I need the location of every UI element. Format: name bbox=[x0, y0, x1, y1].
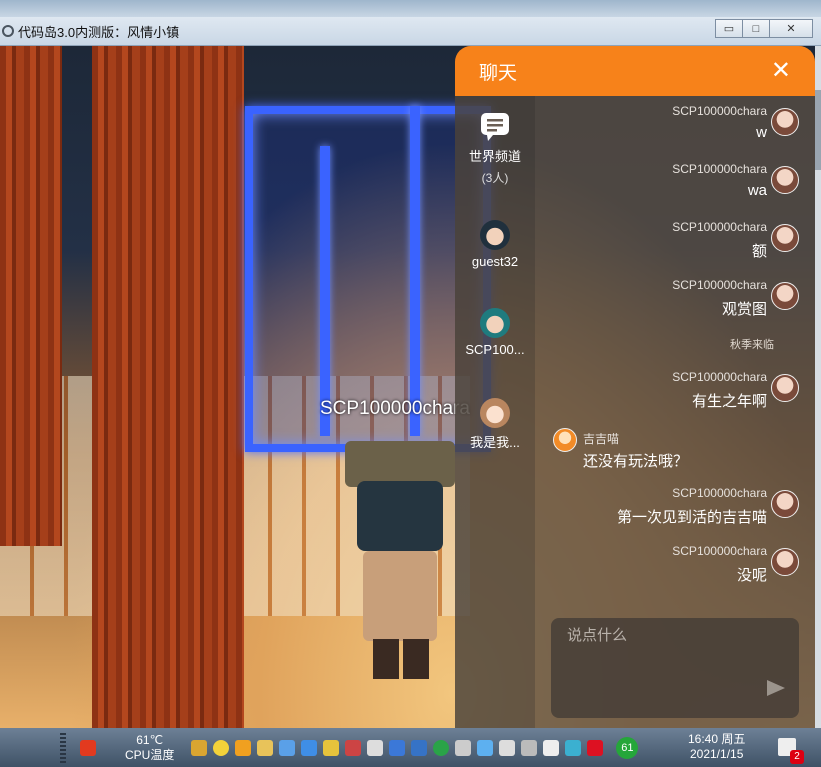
window-title: 代码岛3.0内测版：风情小镇 bbox=[18, 24, 180, 40]
message-text: 没呢 bbox=[736, 567, 767, 584]
thermometer-icon[interactable] bbox=[367, 739, 384, 756]
send-icon[interactable] bbox=[767, 680, 785, 696]
sogou-icon[interactable] bbox=[80, 739, 96, 756]
player-leg bbox=[373, 639, 399, 679]
tray-icon[interactable] bbox=[323, 739, 340, 756]
player-character[interactable] bbox=[345, 441, 455, 691]
chat-input[interactable] bbox=[565, 626, 759, 645]
clock-time: 16:40 周五 bbox=[688, 732, 746, 746]
channel-label: 我是我... bbox=[470, 435, 520, 450]
wood-pillar-left bbox=[0, 46, 62, 546]
channel-scp[interactable]: SCP100... bbox=[455, 308, 535, 357]
avatar bbox=[480, 220, 510, 250]
wood-pillar-center bbox=[92, 46, 244, 728]
message-text: 第一次见到活的吉吉喵 bbox=[616, 509, 767, 526]
network-icon[interactable] bbox=[499, 739, 516, 756]
tray-icon[interactable] bbox=[345, 739, 362, 756]
chat-input-box bbox=[551, 618, 799, 718]
cpu-temperature: 61℃ CPU温度 bbox=[125, 733, 174, 763]
desktop-strip bbox=[0, 0, 821, 17]
close-button[interactable]: ✕ bbox=[769, 19, 813, 38]
message-text: wa bbox=[747, 182, 767, 199]
message-sender: SCP100000chara bbox=[672, 104, 767, 118]
tray-icon[interactable] bbox=[587, 739, 604, 756]
tray-icon[interactable] bbox=[191, 739, 208, 756]
folder-icon[interactable] bbox=[257, 739, 274, 756]
cpu-temp-value: 61℃ bbox=[136, 732, 164, 747]
tray-icon[interactable] bbox=[477, 739, 494, 756]
player-hair bbox=[357, 481, 443, 551]
avatar bbox=[480, 308, 510, 338]
message-text: 观赏图 bbox=[721, 301, 767, 318]
tray-icon[interactable] bbox=[565, 739, 582, 756]
avatar bbox=[771, 490, 799, 518]
avatar bbox=[771, 224, 799, 252]
clock-date: 2021/1/15 bbox=[689, 747, 744, 761]
tray-icon[interactable] bbox=[433, 739, 450, 756]
channel-label: 世界频道 bbox=[468, 149, 521, 164]
tray-icon[interactable] bbox=[235, 739, 252, 756]
scrollbar-thumb[interactable] bbox=[815, 90, 821, 170]
message-sender: SCP100000chara bbox=[672, 162, 767, 176]
taskbar-grip[interactable] bbox=[60, 732, 66, 763]
minimize-button[interactable]: ▭ bbox=[715, 19, 743, 38]
channel-label: SCP100... bbox=[465, 342, 525, 357]
message-sender: SCP100000chara bbox=[672, 220, 767, 234]
tray-icon[interactable] bbox=[521, 739, 538, 756]
notification-count: 2 bbox=[790, 750, 804, 764]
avatar bbox=[771, 166, 799, 194]
player-body bbox=[363, 551, 437, 641]
channel-label: guest32 bbox=[471, 254, 519, 269]
system-notice: 秋季来临 bbox=[730, 339, 774, 351]
avatar bbox=[480, 398, 510, 428]
channel-guest32[interactable]: guest32 bbox=[455, 220, 535, 269]
status-badge[interactable]: 61 bbox=[616, 736, 639, 759]
message-text: 有生之年啊 bbox=[691, 393, 767, 410]
window-titlebar[interactable]: 代码岛3.0内测版：风情小镇 ▭ □ ✕ bbox=[0, 17, 821, 46]
window-controls: ▭ □ ✕ bbox=[715, 19, 813, 38]
chat-panel: 聊天 ✕ 世界频道 (3人) guest32 SCP100... 我是我... … bbox=[455, 46, 815, 728]
cage-beam bbox=[320, 146, 330, 436]
player-name-tag: SCP100000chara bbox=[320, 398, 470, 419]
maximize-icon: □ bbox=[752, 22, 760, 35]
channel-list: 世界频道 (3人) guest32 SCP100... 我是我... bbox=[455, 96, 535, 728]
message-sender: SCP100000chara bbox=[672, 370, 767, 384]
player-leg bbox=[403, 639, 429, 679]
avatar bbox=[771, 108, 799, 136]
close-icon: ✕ bbox=[786, 23, 796, 35]
message-sender: SCP100000chara bbox=[672, 544, 767, 558]
tray-icon[interactable] bbox=[543, 739, 560, 756]
chat-bubble-icon[interactable] bbox=[213, 739, 230, 756]
avatar bbox=[771, 282, 799, 310]
message-sender: SCP100000chara bbox=[672, 486, 767, 500]
app-icon bbox=[2, 25, 14, 37]
channel-world[interactable]: 世界频道 (3人) bbox=[455, 110, 535, 186]
chat-icon bbox=[479, 110, 511, 142]
close-icon[interactable]: ✕ bbox=[771, 59, 791, 83]
tray-icon[interactable] bbox=[411, 739, 428, 756]
tray-icon[interactable] bbox=[301, 739, 318, 756]
chat-title: 聊天 bbox=[479, 62, 518, 84]
avatar bbox=[771, 374, 799, 402]
cpu-temp-label: CPU温度 bbox=[125, 747, 175, 762]
chat-header: 聊天 ✕ bbox=[455, 46, 815, 96]
volume-icon[interactable] bbox=[455, 739, 472, 756]
channel-me[interactable]: 我是我... bbox=[455, 398, 535, 451]
tray-icon[interactable] bbox=[389, 739, 406, 756]
message-sender: 吉吉喵 bbox=[583, 432, 620, 446]
tray-icon[interactable] bbox=[279, 739, 296, 756]
message-text: 还没有玩法哦？ bbox=[583, 453, 689, 470]
message-sender: SCP100000chara bbox=[672, 278, 767, 292]
maximize-button[interactable]: □ bbox=[742, 19, 770, 38]
cage-beam bbox=[410, 106, 420, 436]
avatar bbox=[553, 428, 577, 452]
channel-count: (3人) bbox=[481, 171, 509, 185]
taskbar: 61℃ CPU温度 61 16:40 周五 2021/1/15 2 bbox=[0, 728, 821, 767]
minimize-icon: ▭ bbox=[723, 23, 735, 35]
message-list[interactable]: SCP100000chara w SCP100000chara wa SCP10… bbox=[535, 96, 815, 606]
message-text: 额 bbox=[751, 243, 767, 260]
clock[interactable]: 16:40 周五 2021/1/15 bbox=[688, 732, 745, 762]
message-text: w bbox=[756, 124, 767, 141]
avatar bbox=[771, 548, 799, 576]
